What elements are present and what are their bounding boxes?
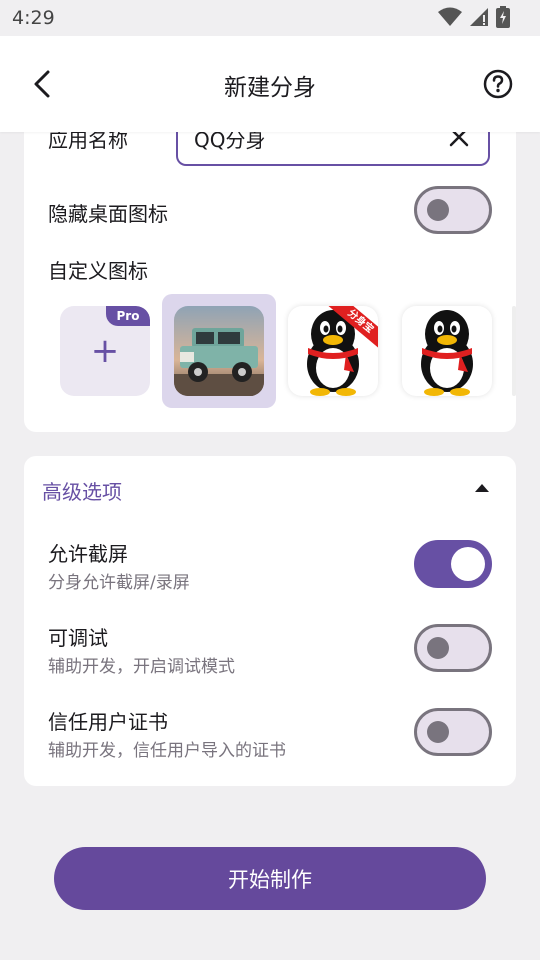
advanced-options-title[interactable]: 高级选项: [42, 476, 122, 505]
trust-user-cert-switch[interactable]: [414, 708, 492, 756]
allow-screenshot-switch[interactable]: [414, 540, 492, 588]
cellular-icon: [470, 8, 488, 26]
status-time: 4:29: [12, 7, 55, 29]
page-title: 新建分身: [224, 75, 316, 101]
wifi-icon: [438, 7, 462, 26]
status-icons: [438, 6, 510, 28]
switch-thumb: [427, 637, 449, 659]
switch-thumb: [451, 547, 485, 581]
switch-thumb: [427, 721, 449, 743]
option-subtitle: 辅助开发，信任用户导入的证书: [48, 741, 286, 761]
icon-option-car[interactable]: [174, 306, 264, 396]
start-making-button[interactable]: 开始制作: [54, 847, 486, 910]
hide-icon-switch[interactable]: [414, 186, 492, 234]
option-title: 信任用户证书: [48, 710, 168, 734]
pro-badge: Pro: [106, 306, 150, 326]
start-making-label: 开始制作: [228, 867, 312, 892]
app-bar: 新建分身: [0, 36, 540, 132]
qq-penguin-icon: [421, 310, 473, 396]
switch-thumb: [427, 199, 449, 221]
battery-charging-icon: [496, 6, 510, 28]
option-subtitle: 分身允许截屏/录屏: [48, 573, 190, 593]
option-subtitle: 辅助开发，开启调试模式: [48, 657, 235, 677]
help-icon[interactable]: [483, 69, 513, 99]
status-bar: 4:29: [0, 0, 540, 36]
custom-icon-label: 自定义图标: [48, 259, 148, 283]
debuggable-switch[interactable]: [414, 624, 492, 672]
hide-icon-label: 隐藏桌面图标: [48, 202, 168, 226]
icon-option-qq-clone[interactable]: 分身宝: [288, 306, 378, 396]
car-image: [174, 306, 264, 396]
icon-scroll-fade: [512, 306, 516, 396]
option-title: 可调试: [48, 626, 108, 650]
collapse-triangle-icon[interactable]: [474, 482, 490, 494]
advanced-options-card: 高级选项 允许截屏 分身允许截屏/录屏 可调试 辅助开发，开启调试模式 信任用户…: [24, 456, 516, 786]
basic-settings-card: 应用名称 QQ分身 隐藏桌面图标 自定义图标 + Pro 分身宝: [24, 100, 516, 432]
add-custom-icon-button[interactable]: + Pro: [60, 306, 150, 396]
option-title: 允许截屏: [48, 542, 128, 566]
icon-option-qq[interactable]: [402, 306, 492, 396]
